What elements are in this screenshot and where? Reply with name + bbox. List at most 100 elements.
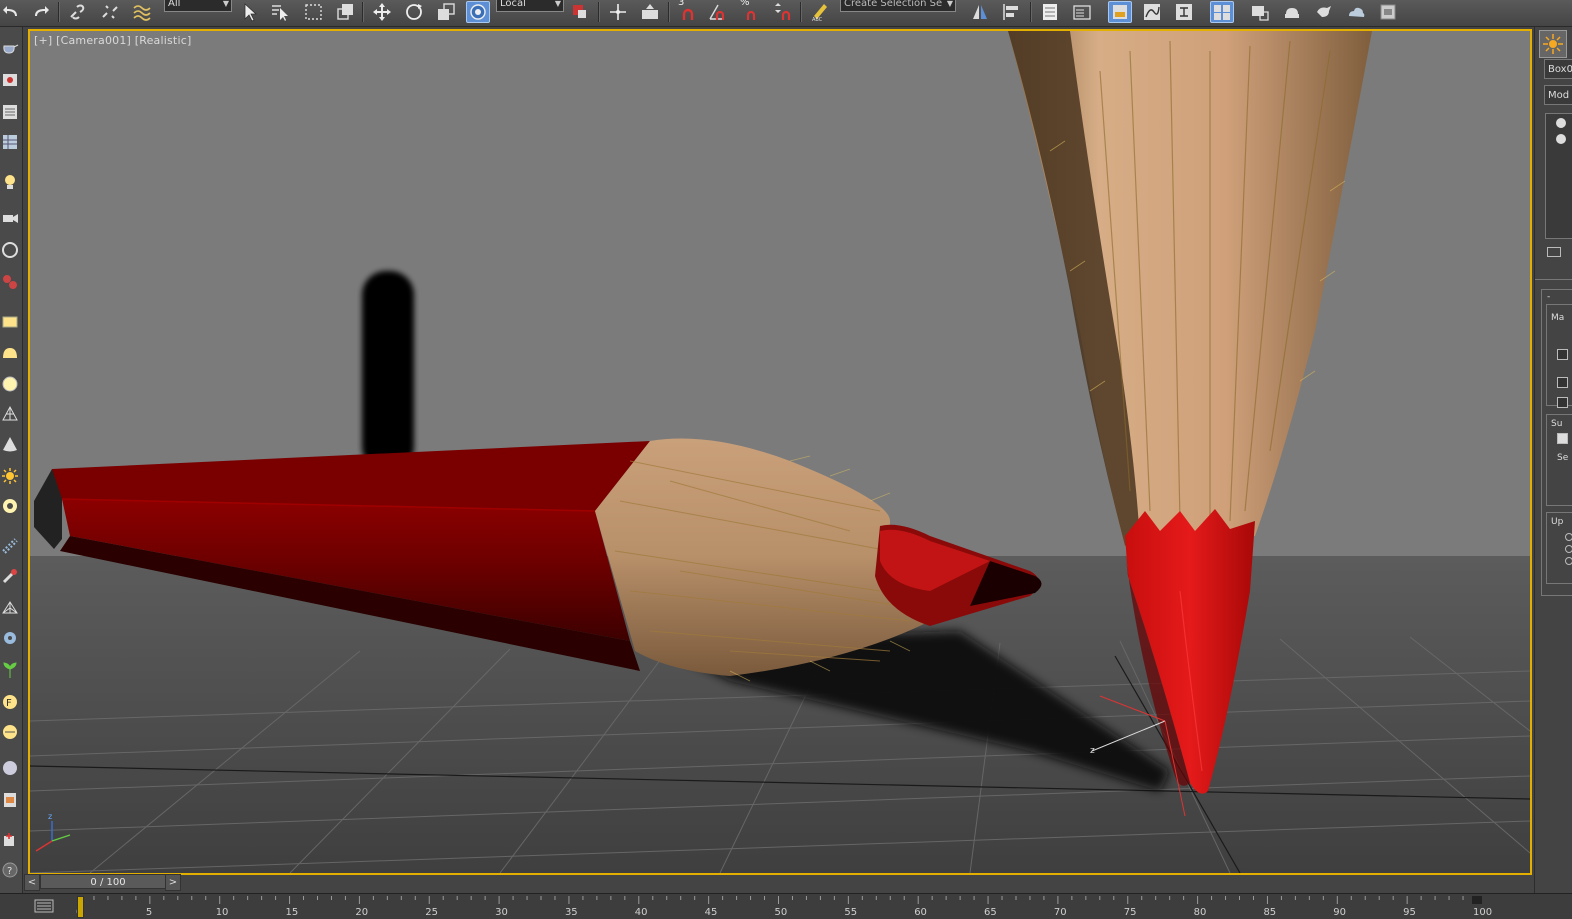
- checkbox[interactable]: [1557, 377, 1568, 388]
- checkbox-checked[interactable]: [1557, 433, 1568, 444]
- spinner-snap-toggle-icon[interactable]: [770, 1, 794, 23]
- sphere-icon[interactable]: [1, 375, 19, 393]
- spreadsheet-icon[interactable]: [1, 133, 19, 151]
- undo-icon[interactable]: [0, 1, 24, 23]
- sphere-gray-icon[interactable]: [1, 759, 19, 777]
- svg-text:ABC: ABC: [812, 17, 823, 22]
- camera-icon[interactable]: [1, 209, 19, 227]
- chevron-down-icon: ▼: [222, 0, 229, 8]
- previous-frame-button[interactable]: <: [24, 874, 40, 891]
- redo-icon[interactable]: [28, 1, 52, 23]
- text-shape-icon[interactable]: F: [1, 693, 19, 711]
- utility-icon[interactable]: [1, 831, 19, 849]
- render-frame-window-icon[interactable]: [1280, 1, 1304, 23]
- angle-snap-toggle-icon[interactable]: [706, 1, 730, 23]
- rectangular-selection-region-icon[interactable]: [302, 1, 326, 23]
- track-tick-label: 10: [216, 907, 229, 918]
- checkbox[interactable]: [1557, 397, 1568, 408]
- viewport-label[interactable]: [+] [Camera001] [Realistic]: [34, 34, 191, 47]
- create-tab-icon[interactable]: [1539, 30, 1567, 58]
- material-editor-icon[interactable]: [1210, 1, 1234, 23]
- camera-viewport[interactable]: z z [+] [Camera001] [Realistic]: [28, 29, 1532, 875]
- hemisphere-icon[interactable]: [1, 345, 19, 363]
- unlink-selection-icon[interactable]: [98, 1, 122, 23]
- modifier-list-dropdown[interactable]: Mod: [1544, 85, 1572, 105]
- helper-icon[interactable]: [1, 273, 19, 291]
- modifier-stack[interactable]: [1545, 113, 1572, 239]
- loft-icon[interactable]: [1, 723, 19, 741]
- track-bar[interactable]: 0510152025303540455055606570758085909510…: [0, 893, 1572, 919]
- object-name-field[interactable]: Box0: [1544, 59, 1572, 79]
- curve-editor-icon[interactable]: [1140, 1, 1164, 23]
- collapse-icon[interactable]: -: [1547, 292, 1550, 302]
- track-tick-label: 95: [1403, 907, 1416, 918]
- selection-filter-value: All: [168, 0, 181, 9]
- checkbox[interactable]: [1557, 349, 1568, 360]
- paint-brush-icon[interactable]: [1, 567, 19, 585]
- align-icon[interactable]: [1000, 1, 1024, 23]
- selection-filter-dropdown[interactable]: All ▼: [164, 0, 232, 12]
- reference-coordinate-dropdown[interactable]: Local ▼: [496, 0, 564, 12]
- manage-layers-icon[interactable]: [1038, 1, 1062, 23]
- light-bulb-icon[interactable]: [1556, 134, 1566, 144]
- edit-named-selection-icon[interactable]: ABC: [808, 1, 832, 23]
- compound-object-icon[interactable]: [1, 599, 19, 617]
- select-and-scale-icon[interactable]: [434, 1, 458, 23]
- light-bulb-icon[interactable]: [1556, 118, 1566, 128]
- cone-icon[interactable]: [1, 435, 19, 453]
- list-panel-icon[interactable]: [1, 103, 19, 121]
- snaps-toggle-value: 3: [678, 0, 685, 8]
- select-by-name-icon[interactable]: [268, 1, 292, 23]
- pin-stack-icon[interactable]: [1547, 247, 1561, 257]
- bind-to-space-warp-icon[interactable]: [130, 1, 154, 23]
- radio-button[interactable]: [1565, 557, 1572, 565]
- light-bulb-icon[interactable]: [1, 173, 19, 191]
- track-tick-label: 70: [1054, 907, 1067, 918]
- named-selection-sets-dropdown[interactable]: Create Selection Se ▼: [840, 0, 956, 12]
- ribbon-toggle-icon[interactable]: [1108, 1, 1132, 23]
- render-setup-icon[interactable]: [1248, 1, 1272, 23]
- torus-icon[interactable]: [1, 497, 19, 515]
- named-selection-placeholder: Create Selection Se: [844, 0, 943, 9]
- particles-icon[interactable]: [1, 537, 19, 555]
- select-and-link-icon[interactable]: [66, 1, 90, 23]
- mirror-icon[interactable]: [968, 1, 992, 23]
- current-frame-marker[interactable]: [77, 896, 84, 918]
- foliage-icon[interactable]: [1, 661, 19, 679]
- help-icon[interactable]: ?: [1, 861, 19, 879]
- film-clip-icon[interactable]: [1, 791, 19, 809]
- use-pivot-point-center-icon[interactable]: [568, 1, 592, 23]
- radio-button[interactable]: [1565, 545, 1572, 553]
- snaps-toggle-icon[interactable]: 3: [676, 0, 700, 23]
- gear-icon[interactable]: [1, 629, 19, 647]
- svg-text:?: ?: [7, 866, 12, 877]
- command-panel: Box0 Mod - Ma Su Se Up: [1534, 27, 1572, 893]
- select-and-manipulate-icon[interactable]: [606, 1, 630, 23]
- teapot-icon[interactable]: [1, 39, 19, 57]
- window-crossing-icon[interactable]: [334, 1, 358, 23]
- geosphere-icon[interactable]: [1, 405, 19, 423]
- select-and-move-icon[interactable]: [370, 1, 394, 23]
- keyboard-shortcut-override-icon[interactable]: [638, 1, 662, 23]
- track-tick-label: 90: [1333, 907, 1346, 918]
- select-and-rotate-icon[interactable]: [402, 1, 426, 23]
- render-gallery-icon[interactable]: [1376, 1, 1400, 23]
- select-object-icon[interactable]: [238, 1, 262, 23]
- place-icon[interactable]: [466, 1, 490, 23]
- rollout-label: Se: [1557, 453, 1569, 463]
- percent-snap-toggle-icon[interactable]: %: [738, 0, 762, 23]
- reference-coordinate-value: Local: [500, 0, 526, 9]
- time-slider-handle[interactable]: 0 / 100: [40, 874, 176, 889]
- sun-icon[interactable]: [1, 467, 19, 485]
- schematic-view-icon[interactable]: [1172, 1, 1196, 23]
- render-in-cloud-icon[interactable]: [1344, 1, 1368, 23]
- track-tick-label: 80: [1194, 907, 1207, 918]
- sphere-outline-icon[interactable]: [1, 241, 19, 259]
- plane-icon[interactable]: [1, 313, 19, 331]
- next-frame-button[interactable]: >: [165, 874, 181, 891]
- render-production-icon[interactable]: [1312, 1, 1336, 23]
- scene-render: z z: [30, 31, 1530, 873]
- scene-explorer-icon[interactable]: [1070, 1, 1094, 23]
- radio-button[interactable]: [1565, 533, 1572, 541]
- render-frame-icon[interactable]: [1, 71, 19, 89]
